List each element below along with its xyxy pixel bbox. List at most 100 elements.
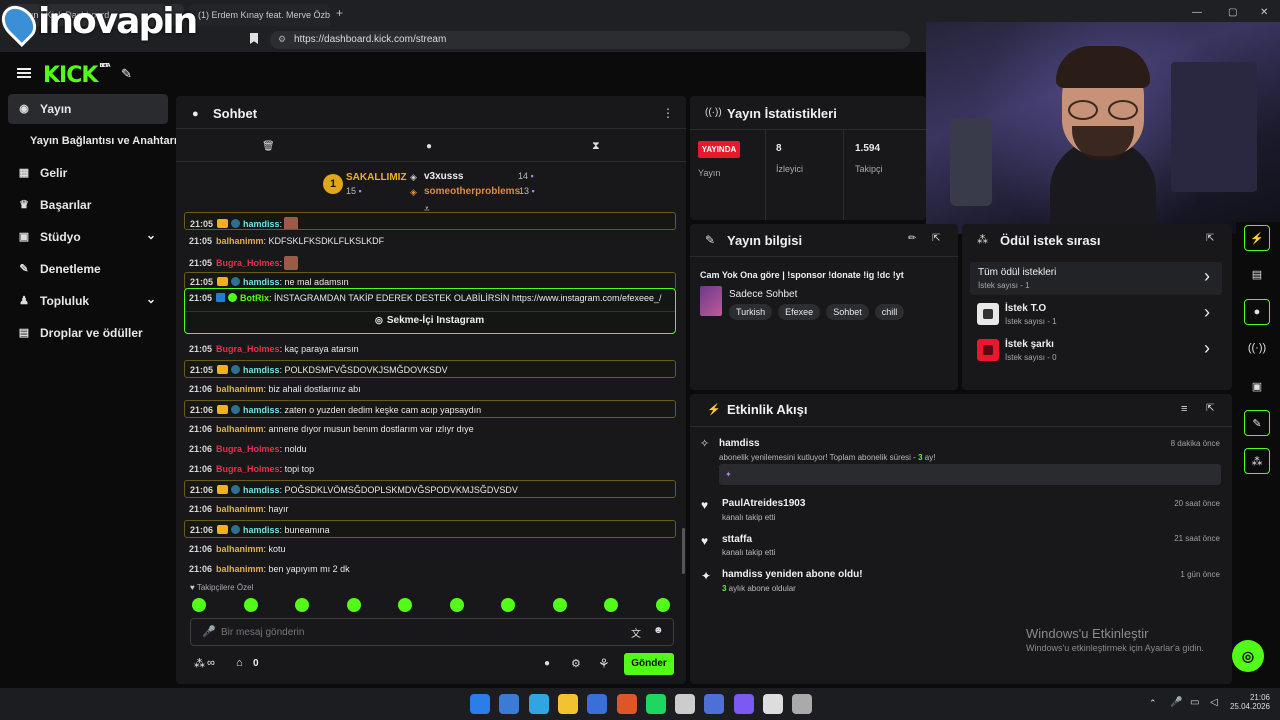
chevron-down-icon[interactable]: ⌄: [146, 228, 156, 242]
brave-icon[interactable]: [616, 694, 637, 714]
discord-icon[interactable]: [733, 694, 754, 714]
leaderboard-second-name[interactable]: v3xusss: [424, 171, 463, 182]
store-icon[interactable]: ⌂: [236, 657, 243, 669]
reward-row-song[interactable]: İstek şarkı İstek sayısı - 0 ›: [970, 334, 1222, 367]
folder-icon[interactable]: [557, 694, 578, 714]
sidebar-item-droplar[interactable]: ▤ Droplar ve ödüller: [8, 318, 168, 348]
chat-input-box[interactable]: 🎤 文 ☻: [190, 618, 674, 646]
sidebar-item-basarilar[interactable]: ♛ Başarılar: [8, 190, 168, 220]
rail-wrench-button[interactable]: ✎: [1244, 410, 1270, 436]
chat-username[interactable]: balhanimm: [216, 544, 264, 554]
chat-more-icon[interactable]: ⋮: [662, 106, 674, 120]
rail-rewards-button[interactable]: ⁂: [1244, 448, 1270, 474]
store-icon[interactable]: [587, 694, 608, 714]
chat-username[interactable]: balhanimm: [216, 424, 264, 434]
chat-username[interactable]: hamdiss: [243, 365, 280, 375]
chat-username[interactable]: balhanimm: [216, 384, 264, 394]
kick-logo[interactable]: KICK BETA: [43, 63, 111, 88]
chat-settings-icon[interactable]: ●: [544, 658, 550, 669]
tag[interactable]: Turkish: [729, 304, 773, 320]
chat-mode-icon[interactable]: ●: [426, 141, 432, 152]
popout-icon[interactable]: ⇱: [1206, 233, 1214, 244]
emote-button[interactable]: [346, 598, 361, 612]
gear-icon[interactable]: ⚙: [571, 657, 581, 670]
microphone-icon[interactable]: 🎤: [1170, 697, 1182, 708]
rail-broadcast-button[interactable]: ((·)): [1244, 335, 1270, 361]
popout-icon[interactable]: ⇱: [1206, 403, 1214, 414]
chat-username[interactable]: balhanimm: [216, 504, 264, 514]
app-icon[interactable]: [792, 694, 813, 714]
chevron-down-icon[interactable]: ⌄: [146, 292, 156, 306]
edge-icon[interactable]: [528, 694, 549, 714]
chat-username[interactable]: balhanimm: [216, 564, 264, 574]
chat-username[interactable]: hamdiss: [243, 219, 280, 229]
chat-username[interactable]: hamdiss: [243, 525, 280, 535]
event-name[interactable]: sttaffa: [722, 534, 752, 545]
settings-icon[interactable]: [675, 694, 696, 714]
chat-username[interactable]: Bugra_Holmes: [216, 444, 280, 454]
event-name[interactable]: hamdiss: [719, 438, 760, 449]
emote-button[interactable]: [243, 598, 258, 612]
rail-studio-button[interactable]: ▣: [1244, 373, 1270, 399]
volume-icon[interactable]: ◁: [1210, 697, 1218, 708]
tag[interactable]: Sohbet: [826, 304, 869, 320]
spotify-icon[interactable]: [645, 694, 666, 714]
send-button[interactable]: Gönder: [624, 653, 674, 675]
steam-icon[interactable]: [704, 694, 725, 714]
chat-message-input[interactable]: [221, 625, 601, 639]
bookmark-icon[interactable]: [250, 33, 258, 44]
chat-username[interactable]: hamdiss: [243, 405, 280, 415]
clock[interactable]: 21:06 25.04.2026: [1228, 693, 1270, 711]
microphone-icon[interactable]: 🎤: [202, 625, 216, 638]
sidebar-item-studyo[interactable]: ▣ Stüdyo ⌄: [8, 222, 168, 252]
site-settings-icon[interactable]: ⚙: [278, 34, 286, 45]
tag[interactable]: chill: [874, 304, 905, 320]
sidebar-item-yayin[interactable]: ◉ Yayın: [8, 94, 168, 124]
reward-row-all[interactable]: Tüm ödül istekleri İstek sayısı - 1 ›: [970, 262, 1222, 295]
chat-username[interactable]: Bugra_Holmes: [216, 464, 280, 474]
chrome-icon[interactable]: [763, 694, 783, 714]
category-thumbnail[interactable]: [700, 286, 722, 316]
sidebar-item-gelir[interactable]: ▦ Gelir: [8, 158, 168, 188]
translate-icon[interactable]: 文: [631, 625, 641, 640]
emote-button[interactable]: [655, 598, 670, 612]
chat-username[interactable]: balhanimm: [216, 236, 264, 246]
sidebar-item-topluluk[interactable]: ♟ Topluluk ⌄: [8, 286, 168, 316]
emote-button[interactable]: [192, 598, 206, 612]
minimize-button[interactable]: —: [1192, 7, 1202, 18]
event-name[interactable]: PaulAtreides1903: [722, 498, 805, 509]
browser-tab-music[interactable]: (1) Erdem Kınay feat. Merve Özbey: [188, 4, 330, 26]
event-name[interactable]: hamdiss yeniden abone oldu!: [722, 569, 863, 580]
emote-button[interactable]: [449, 598, 464, 612]
support-chat-button[interactable]: ◎: [1232, 640, 1264, 672]
hourglass-icon[interactable]: ⧗: [592, 140, 600, 153]
rail-chat-button[interactable]: ●: [1244, 299, 1270, 325]
url-field[interactable]: ⚙ https://dashboard.kick.com/stream: [270, 31, 910, 49]
new-tab-button[interactable]: +: [336, 6, 343, 20]
bot-username[interactable]: BotRix: [240, 293, 269, 303]
filter-icon[interactable]: ≡: [1181, 403, 1187, 415]
popout-icon[interactable]: ⇱: [932, 233, 940, 244]
mail-icon[interactable]: [499, 694, 520, 714]
category-name[interactable]: Sadece Sohbet: [729, 289, 797, 300]
chat-username[interactable]: Bugra_Holmes: [216, 258, 280, 268]
close-window-button[interactable]: ✕: [1260, 7, 1268, 18]
leaderboard-top-name[interactable]: SAKALLIMIZ: [346, 172, 407, 183]
trash-icon[interactable]: 🗑: [262, 141, 275, 152]
start-icon[interactable]: [470, 694, 490, 714]
leaderboard-third-name[interactable]: someotherproblems: [424, 186, 520, 197]
emote-button[interactable]: [552, 598, 567, 612]
emote-button[interactable]: [604, 598, 618, 612]
maximize-button[interactable]: ▢: [1228, 7, 1237, 18]
edit-icon[interactable]: ✏: [908, 233, 916, 244]
tag[interactable]: Efexee: [778, 304, 821, 320]
chat-username[interactable]: Bugra_Holmes: [216, 344, 280, 354]
chat-scrollbar[interactable]: [682, 528, 685, 574]
network-icon[interactable]: ▭: [1190, 697, 1199, 708]
mod-icon[interactable]: ⚘: [598, 656, 610, 672]
reward-row-to[interactable]: İstek T.O İstek sayısı - 1 ›: [970, 298, 1222, 331]
instagram-link-button[interactable]: ◎ Sekme-İçi Instagram: [375, 315, 484, 326]
emote-button[interactable]: [295, 598, 309, 612]
sidebar-item-denetleme[interactable]: ✎ Denetleme: [8, 254, 168, 284]
emote-button[interactable]: [398, 598, 412, 612]
